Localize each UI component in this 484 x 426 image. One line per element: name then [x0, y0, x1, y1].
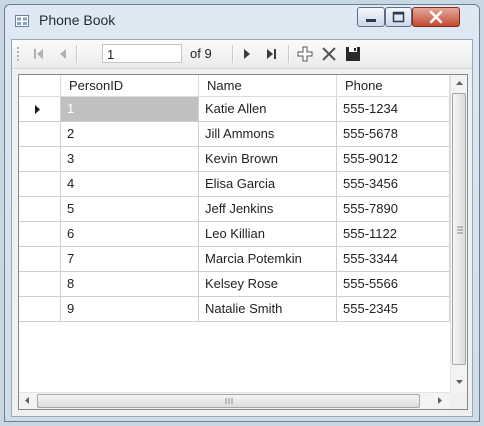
row-header[interactable] [19, 297, 61, 322]
toolbar-grip-icon [17, 47, 19, 61]
row-header[interactable] [19, 147, 61, 172]
table-cell[interactable]: 555-1234 [337, 97, 450, 122]
close-icon [429, 10, 443, 24]
move-next-button[interactable] [238, 45, 256, 63]
add-new-button[interactable] [296, 45, 314, 63]
column-header-name[interactable]: Name [199, 75, 337, 97]
row-header[interactable] [19, 272, 61, 297]
table-cell[interactable]: Jeff Jenkins [199, 197, 337, 222]
position-input[interactable]: 1 [102, 44, 182, 63]
scroll-down-icon[interactable] [451, 373, 468, 390]
binding-navigator: 1 of 9 [12, 40, 472, 69]
vertical-scrollbar[interactable] [450, 75, 468, 392]
delete-button[interactable] [320, 45, 338, 63]
column-header-personid[interactable]: PersonID [61, 75, 199, 97]
scroll-corner [450, 392, 467, 409]
delete-icon [322, 47, 336, 61]
scroll-right-icon[interactable] [431, 393, 448, 408]
grip-icon [225, 398, 233, 404]
move-first-icon [34, 49, 43, 59]
window-title: Phone Book [39, 12, 116, 28]
table-cell[interactable]: 7 [61, 247, 199, 272]
move-next-icon [244, 49, 250, 59]
table-cell[interactable]: 9 [61, 297, 199, 322]
table-cell[interactable]: 6 [61, 222, 199, 247]
table-cell[interactable]: 555-3344 [337, 247, 450, 272]
scroll-up-icon[interactable] [451, 75, 468, 92]
toolbar-separator [232, 45, 234, 63]
horizontal-scroll-thumb[interactable] [37, 394, 420, 408]
column-header-phone[interactable]: Phone [337, 75, 450, 97]
maximize-icon [392, 11, 405, 23]
row-header[interactable] [19, 122, 61, 147]
table-cell[interactable]: Elisa Garcia [199, 172, 337, 197]
table-cell[interactable]: 555-5566 [337, 272, 450, 297]
table-cell[interactable]: Kevin Brown [199, 147, 337, 172]
horizontal-scrollbar[interactable] [19, 392, 450, 409]
people-grid[interactable]: PersonID Name Phone 1 Katie Allen 555-12… [18, 74, 468, 410]
row-header[interactable] [19, 197, 61, 222]
table-cell[interactable]: Marcia Potemkin [199, 247, 337, 272]
table-cell[interactable]: 555-3456 [337, 172, 450, 197]
client-area: 1 of 9 PersonID Name Phone 1 Katie Allen… [11, 39, 473, 417]
app-icon [15, 14, 29, 27]
corner-header [19, 75, 61, 97]
table-cell[interactable]: 555-5678 [337, 122, 450, 147]
table-cell[interactable]: 1 [61, 97, 199, 122]
toolbar-separator [76, 45, 78, 63]
move-first-button[interactable] [30, 45, 48, 63]
save-icon [346, 47, 360, 61]
table-cell[interactable]: 555-9012 [337, 147, 450, 172]
table-cell[interactable]: 555-1122 [337, 222, 450, 247]
row-header[interactable] [19, 172, 61, 197]
close-button[interactable] [412, 7, 460, 27]
table-cell[interactable]: 3 [61, 147, 199, 172]
move-previous-button[interactable] [54, 45, 72, 63]
table-cell[interactable]: 2 [61, 122, 199, 147]
minimize-button[interactable] [357, 7, 385, 27]
table-cell[interactable]: Natalie Smith [199, 297, 337, 322]
title-bar[interactable]: Phone Book [5, 5, 479, 35]
table-cell[interactable]: Jill Ammons [199, 122, 337, 147]
add-new-icon [297, 46, 313, 62]
table-cell[interactable]: 555-2345 [337, 297, 450, 322]
phone-book-window: Phone Book 1 of 9 PersonID Name Phone 1 … [4, 4, 480, 422]
minimize-icon [366, 19, 376, 22]
maximize-button[interactable] [385, 7, 412, 27]
table-cell[interactable]: Kelsey Rose [199, 272, 337, 297]
move-previous-icon [60, 49, 66, 59]
save-button[interactable] [344, 45, 362, 63]
table-cell[interactable]: 4 [61, 172, 199, 197]
table-cell[interactable]: Leo Killian [199, 222, 337, 247]
table-cell[interactable]: 555-7890 [337, 197, 450, 222]
vertical-scroll-thumb[interactable] [452, 93, 466, 365]
scroll-left-icon[interactable] [19, 393, 36, 408]
row-header[interactable] [19, 97, 61, 122]
table-cell[interactable]: 5 [61, 197, 199, 222]
row-header[interactable] [19, 222, 61, 247]
move-last-button[interactable] [262, 45, 280, 63]
toolbar-separator [288, 45, 290, 63]
table-cell[interactable]: 8 [61, 272, 199, 297]
current-row-icon [35, 105, 40, 114]
row-header[interactable] [19, 247, 61, 272]
table-cell[interactable]: Katie Allen [199, 97, 337, 122]
grip-icon [457, 226, 463, 234]
count-label: of 9 [190, 46, 212, 61]
move-last-icon [267, 49, 276, 59]
